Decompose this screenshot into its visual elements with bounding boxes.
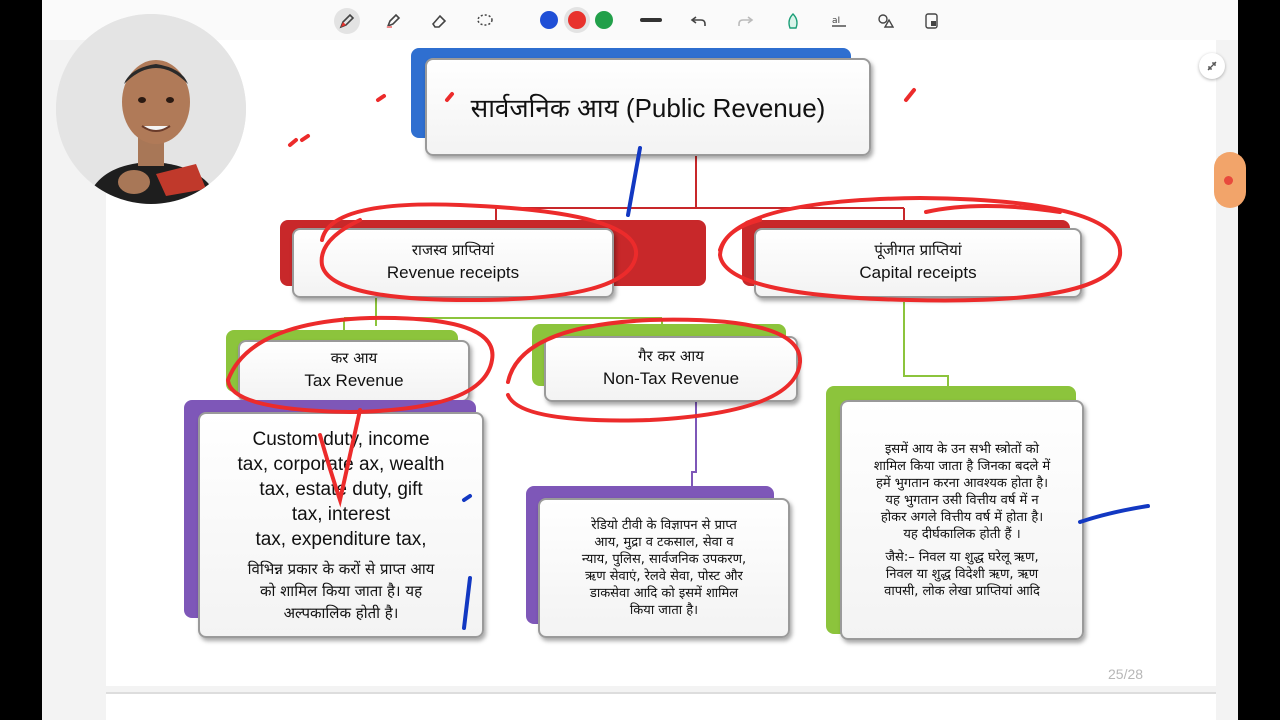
tax-desc-hindi-1: विभिन्न प्रकार के करों से प्राप्त आय bbox=[247, 559, 435, 578]
record-dot-icon bbox=[1224, 176, 1233, 185]
stroke-width-icon[interactable] bbox=[640, 18, 662, 22]
nontax-desc-line-2: आय, मुद्रा व टकसाल, सेवा व bbox=[594, 535, 734, 550]
presenter-webcam bbox=[56, 14, 246, 204]
nontax-label-english: Non-Tax Revenue bbox=[602, 369, 740, 388]
presenter-avatar bbox=[56, 14, 246, 204]
color-green-swatch[interactable] bbox=[595, 11, 613, 29]
nontax-label-hindi: गैर कर आय bbox=[638, 347, 704, 365]
capital-example-line-3: वापसी, लोक लेखा प्राप्तियां आदि bbox=[884, 583, 1040, 599]
collapse-icon[interactable] bbox=[1199, 53, 1225, 79]
text-recognize-icon[interactable]: aI bbox=[826, 8, 852, 34]
shapes-icon[interactable] bbox=[872, 8, 898, 34]
insert-icon[interactable] bbox=[919, 8, 945, 34]
color-red-swatch[interactable] bbox=[568, 11, 586, 29]
note-page[interactable]: सार्वजनिक आय (Public Revenue) राजस्व प्र… bbox=[106, 40, 1216, 686]
capital-description-box: इसमें आय के उन सभी स्त्रोतों को शामिल कि… bbox=[840, 400, 1084, 640]
nontax-desc-line-6: किया जाता है। bbox=[629, 603, 699, 618]
svg-text:aI: aI bbox=[832, 16, 840, 26]
drawing-toolbar: aI bbox=[42, 0, 1238, 40]
capital-desc-line-4: यह भुगतान उसी वित्तीय वर्ष में न bbox=[885, 492, 1039, 508]
tax-description-box: Custom duty, income tax, corporate ax, w… bbox=[198, 412, 484, 638]
eraser-icon[interactable] bbox=[426, 8, 452, 34]
capital-example-line-2: निवल या शुद्ध विदेशी ऋण, ऋण bbox=[885, 566, 1039, 582]
tax-desc-line-1: Custom duty, income bbox=[252, 428, 430, 450]
capital-desc-line-5: होकर अगले वित्तीय वर्ष में होता है। bbox=[880, 509, 1044, 525]
pen-icon[interactable] bbox=[334, 8, 360, 34]
capital-receipts-box: पूंजीगत प्राप्तियां Capital receipts bbox=[754, 228, 1082, 298]
redo-icon[interactable] bbox=[732, 8, 758, 34]
revenue-receipts-box: राजस्व प्राप्तियां Revenue receipts bbox=[292, 228, 614, 298]
tax-label-english: Tax Revenue bbox=[304, 371, 404, 390]
page-indicator: 25/28 bbox=[1108, 666, 1144, 682]
nontax-desc-line-1: रेडियो टीवी के विज्ञापन से प्राप्त bbox=[591, 518, 737, 533]
nontax-desc-line-3: न्याय, पुलिस, सार्वजनिक उपकरण, bbox=[581, 552, 747, 567]
nontax-description-box: रेडियो टीवी के विज्ञापन से प्राप्त आय, म… bbox=[538, 498, 790, 638]
capital-label-english: Capital receipts bbox=[859, 263, 977, 282]
tax-desc-line-5: tax, expenditure tax, bbox=[255, 528, 427, 550]
tax-desc-hindi-3: अल्पकालिक होती है। bbox=[283, 603, 399, 622]
highlighter-icon[interactable] bbox=[380, 8, 406, 34]
color-blue-swatch[interactable] bbox=[540, 11, 558, 29]
lasso-icon[interactable] bbox=[472, 8, 498, 34]
undo-icon[interactable] bbox=[686, 8, 712, 34]
tax-desc-line-3: tax, estate duty, gift bbox=[259, 478, 423, 500]
capital-example-line-1: जैसे:– निवल या शुद्ध घरेलू ऋण, bbox=[885, 549, 1039, 565]
revenue-label-english: Revenue receipts bbox=[386, 263, 520, 282]
tax-revenue-box: कर आय Tax Revenue bbox=[238, 340, 470, 402]
tax-desc-hindi-2: को शामिल किया जाता है। यह bbox=[259, 581, 423, 600]
title-box: सार्वजनिक आय (Public Revenue) bbox=[425, 58, 871, 156]
capital-desc-line-6: यह दीर्घकालिक होती हैं । bbox=[903, 526, 1021, 542]
slide-title: सार्वजनिक आय (Public Revenue) bbox=[470, 93, 826, 123]
tax-desc-line-2: tax, corporate ax, wealth bbox=[237, 453, 445, 475]
nontax-desc-line-5: डाकसेवा आदि को इसमें शामिल bbox=[589, 586, 739, 601]
tax-label-hindi: कर आय bbox=[330, 349, 378, 367]
shape-pen-icon[interactable] bbox=[780, 8, 806, 34]
side-panel-handle[interactable] bbox=[1214, 152, 1246, 208]
tax-desc-line-4: tax, interest bbox=[291, 503, 391, 525]
capital-desc-line-3: हमें भुगतान करना आवश्यक होता है। bbox=[875, 475, 1049, 491]
capital-desc-line-2: शामिल किया जाता है जिनका बदले में bbox=[873, 458, 1051, 474]
nontax-revenue-box: गैर कर आय Non-Tax Revenue bbox=[544, 336, 798, 402]
nontax-desc-line-4: ऋण सेवाएं, रेलवे सेवा, पोस्ट और bbox=[585, 569, 743, 584]
revenue-label-hindi: राजस्व प्राप्तियां bbox=[411, 241, 495, 259]
capital-label-hindi: पूंजीगत प्राप्तियां bbox=[874, 241, 962, 259]
capital-desc-line-1: इसमें आय के उन सभी स्त्रोतों को bbox=[885, 441, 1039, 457]
next-page-edge bbox=[106, 692, 1216, 720]
